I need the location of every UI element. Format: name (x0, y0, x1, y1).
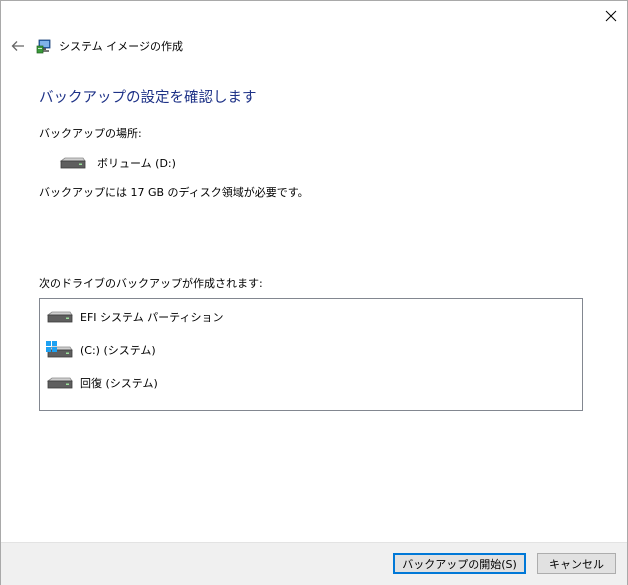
close-icon (605, 10, 617, 22)
drive-label: (C:) (システム) (80, 344, 156, 357)
disk-space-note: バックアップには 17 GB のディスク領域が必要です。 (39, 186, 309, 199)
window-title: システム イメージの作成 (59, 40, 183, 53)
drive-icon (46, 311, 73, 323)
backup-location-value: ボリューム (D:) (59, 155, 176, 171)
back-arrow-icon (11, 41, 24, 51)
cancel-button[interactable]: キャンセル (537, 553, 616, 574)
close-button[interactable] (597, 3, 625, 29)
page-title: バックアップの設定を確認します (39, 90, 257, 106)
system-image-wizard-window: システム イメージの作成 バックアップの設定を確認します バックアップの場所: … (0, 0, 628, 585)
list-item[interactable]: (C:) (システム) (46, 339, 156, 361)
list-item[interactable]: EFI システム パーティション (46, 306, 224, 328)
backup-location-text: ボリューム (D:) (97, 157, 176, 170)
backup-location-label: バックアップの場所: (39, 127, 142, 140)
drive-label: EFI システム パーティション (80, 311, 224, 324)
system-image-app-icon (36, 39, 51, 54)
list-item[interactable]: 回復 (システム) (46, 372, 158, 394)
start-backup-button[interactable]: バックアップの開始(S) (393, 553, 526, 574)
button-bar: バックアップの開始(S) キャンセル (1, 542, 627, 585)
drives-list-label: 次のドライブのバックアップが作成されます: (39, 277, 263, 290)
drive-icon (46, 377, 73, 389)
drives-list[interactable]: EFI システム パーティション (C:) (システム) 回復 (システム) (39, 298, 583, 411)
drive-label: 回復 (システム) (80, 377, 158, 390)
windows-drive-icon (46, 341, 73, 358)
back-button[interactable] (9, 37, 27, 55)
navigation-bar: システム イメージの作成 (9, 35, 183, 57)
drive-icon (59, 157, 86, 169)
